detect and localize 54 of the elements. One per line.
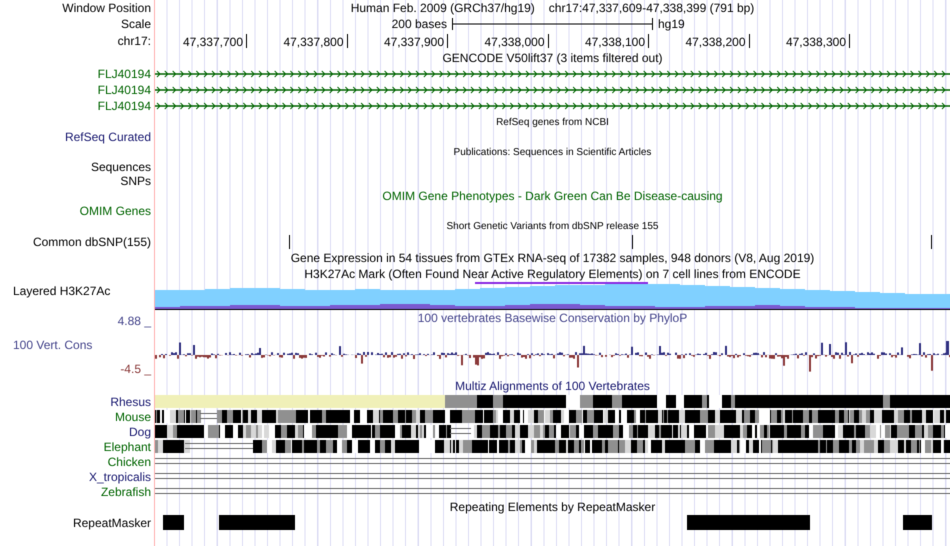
- track-label[interactable]: Mouse: [114, 410, 151, 424]
- repeat-block[interactable]: [903, 515, 932, 530]
- track-label[interactable]: SNPs: [120, 174, 151, 188]
- track-label[interactable]: RepeatMasker: [72, 516, 151, 530]
- track-title: Multiz Alignments of 100 Vertebrates: [455, 378, 650, 394]
- ruler-tick: 47,338,100: [584, 34, 649, 48]
- track-label[interactable]: FLJ40194: [98, 99, 151, 113]
- repeat-block[interactable]: [219, 515, 295, 530]
- track-title: RefSeq genes from NCBI: [496, 116, 609, 128]
- track-label[interactable]: Chicken: [108, 454, 151, 468]
- track-label[interactable]: Common dbSNP(155): [32, 235, 151, 249]
- track-title: Repeating Elements by RepeatMasker: [450, 500, 656, 514]
- ruler-tick: 47,338,200: [685, 34, 750, 48]
- ruler-tick: 47,337,800: [283, 34, 348, 48]
- track-label[interactable]: Sequences: [90, 160, 151, 174]
- snp-mark[interactable]: [289, 235, 290, 249]
- track-label[interactable]: Scale: [120, 17, 151, 31]
- track-label[interactable]: chr17:: [118, 34, 151, 48]
- gene-drawing[interactable]: [155, 86, 950, 94]
- track-title: GENCODE V50lift37 (3 items filtered out): [442, 50, 663, 66]
- track-label[interactable]: X_tropicalis: [88, 470, 151, 484]
- snp-mark[interactable]: [632, 235, 633, 249]
- axis-min-label: -4.5 _: [120, 362, 151, 376]
- track-label[interactable]: RefSeq Curated: [64, 130, 151, 144]
- gene-drawing[interactable]: [155, 102, 950, 110]
- track-label[interactable]: FLJ40194: [98, 83, 151, 97]
- track-label[interactable]: Rhesus: [110, 394, 151, 408]
- track-label[interactable]: Zebrafish: [100, 484, 151, 498]
- position-text: chr17:47,337,609-47,338,399 (791 bp): [548, 1, 754, 15]
- track-label[interactable]: 100 Vert. Cons: [13, 338, 92, 352]
- ruler-tick: 47,337,900: [384, 34, 448, 48]
- track-label[interactable]: OMIM Genes: [80, 204, 151, 218]
- track-label[interactable]: Window Position: [62, 1, 151, 15]
- ruler-tick: 47,338,300: [786, 34, 850, 48]
- axis-max-label: 4.88 _: [118, 314, 151, 328]
- track-label[interactable]: Dog: [128, 424, 151, 438]
- ruler-tick: 47,337,700: [182, 34, 247, 48]
- repeat-block[interactable]: [687, 515, 810, 530]
- track-label[interactable]: Elephant: [104, 440, 151, 454]
- track-title: OMIM Gene Phenotypes - Dark Green Can Be Disease-causing: [382, 188, 723, 204]
- ruler-tick: 47,338,000: [484, 34, 548, 48]
- track-label[interactable]: Layered H3K27Ac: [13, 284, 110, 298]
- track-title: H3K27Ac Mark (Often Found Near Active Regulatory Elements) on 7 cell lines from ENCODE: [304, 266, 801, 282]
- snp-mark[interactable]: [931, 235, 932, 249]
- track-label[interactable]: FLJ40194: [98, 67, 151, 81]
- track-title: Publications: Sequences in Scientific Articles: [454, 146, 652, 158]
- gene-drawing[interactable]: [155, 70, 950, 78]
- assembly-title: Human Feb. 2009 (GRCh37/hg19): [350, 1, 535, 15]
- track-title: 100 vertebrates Basewise Conservation by PhyloP: [418, 310, 688, 326]
- assembly-label: hg19: [658, 17, 685, 31]
- scale-length: 200 bases: [392, 17, 447, 31]
- track-title: Short Genetic Variants from dbSNP release 155: [446, 220, 658, 232]
- track-title: Gene Expression in 54 tissues from GTEx RNA-seq of 17382 samples, 948 donors (V8, Aug 2019): [290, 250, 814, 266]
- repeat-block[interactable]: [163, 515, 184, 530]
